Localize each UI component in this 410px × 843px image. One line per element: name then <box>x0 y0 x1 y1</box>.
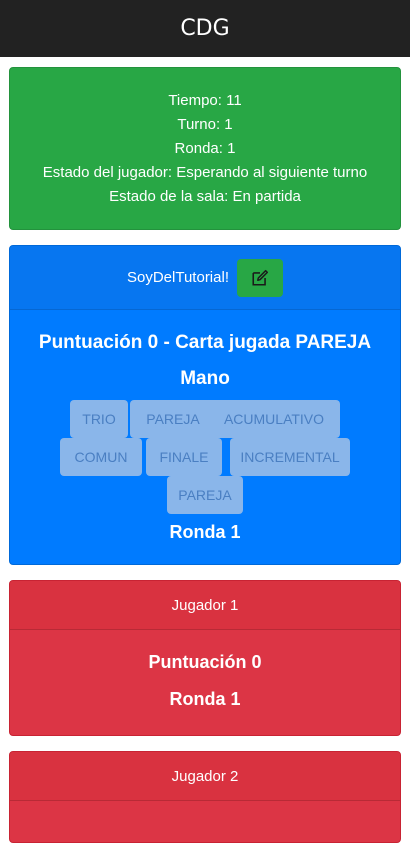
opponent-header: Jugador 1 <box>10 581 400 630</box>
hand-card[interactable]: TRIO <box>70 400 128 438</box>
hand-card[interactable]: INCREMENTAL <box>230 438 350 476</box>
opponent-card: Jugador 2 <box>9 751 401 843</box>
self-player-round: Ronda 1 <box>169 522 241 542</box>
player-state-text: Estado del jugador: Esperando al siguien… <box>42 163 368 181</box>
self-player-name: SoyDelTutorial! <box>127 269 229 286</box>
hand-cards: TRIO PAREJA ACUMULATIVO COMUN FINALE INC… <box>10 400 400 518</box>
self-player-body: Puntuación 0 - Carta jugada PAREJA Mano … <box>10 332 400 543</box>
pencil-square-icon <box>252 269 269 286</box>
room-state-text: Estado de la sala: En partida <box>109 187 301 205</box>
app-navbar: CDG <box>0 0 410 57</box>
turn-text: Turno: 1 <box>177 115 233 133</box>
opponent-card: Jugador 1 Puntuación 0 Ronda 1 <box>9 580 401 736</box>
hand-label: Mano <box>180 368 230 389</box>
game-status-card: Tiempo: 11 Turno: 1 Ronda: 1 Estado del … <box>9 67 401 230</box>
self-player-card: SoyDelTutorial! Puntuación 0 - Carta jug… <box>9 245 401 565</box>
time-text: Tiempo: 11 <box>168 91 242 109</box>
opponent-name: Jugador 1 <box>171 596 239 614</box>
opponent-round: Ronda 1 <box>169 689 241 709</box>
opponent-name: Jugador 2 <box>171 767 239 785</box>
opponent-score: Puntuación 0 <box>148 652 262 672</box>
app-title: CDG <box>180 16 230 41</box>
score-and-played-card: Puntuación 0 - Carta jugada PAREJA <box>38 332 372 353</box>
opponent-body: Puntuación 0 Ronda 1 <box>10 652 400 710</box>
edit-name-button[interactable] <box>236 258 283 297</box>
self-player-header: SoyDelTutorial! <box>10 246 400 310</box>
hand-card[interactable]: PAREJA <box>130 400 216 438</box>
round-text: Ronda: 1 <box>174 139 236 157</box>
hand-card[interactable]: PAREJA <box>167 476 243 514</box>
hand-card[interactable]: ACUMULATIVO <box>208 400 340 438</box>
hand-card[interactable]: FINALE <box>146 438 222 476</box>
opponent-header: Jugador 2 <box>10 752 400 801</box>
hand-card[interactable]: COMUN <box>60 438 142 476</box>
